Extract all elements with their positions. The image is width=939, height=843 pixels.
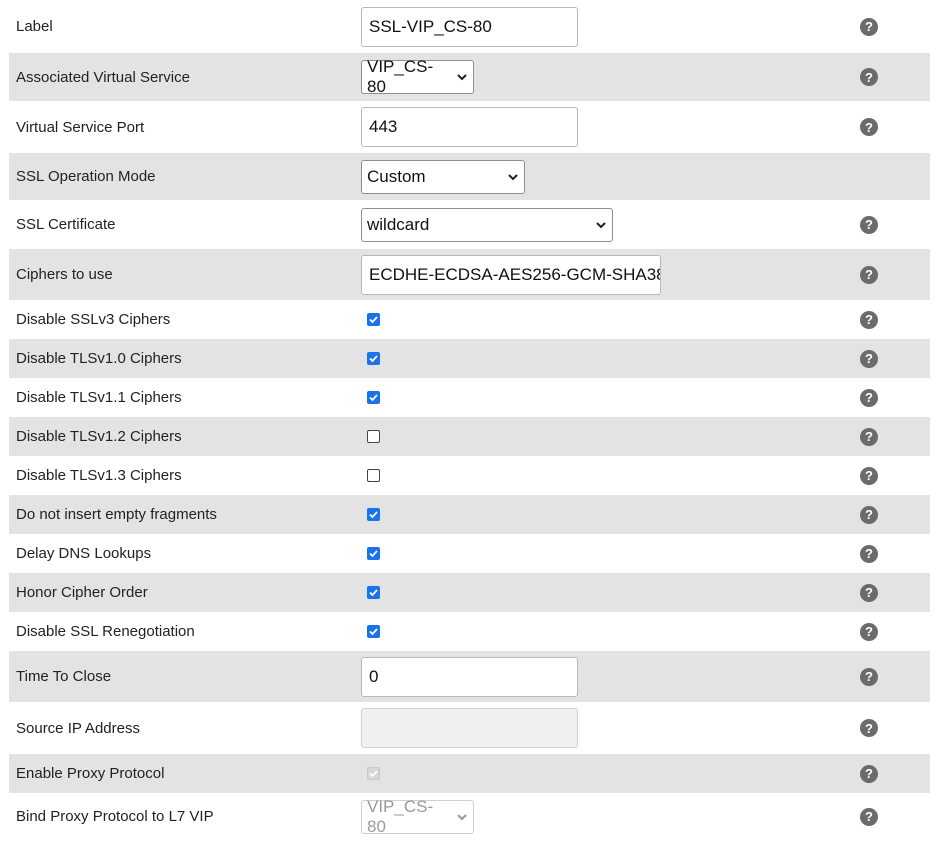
associated-virtual-service-value: VIP_CS-80 <box>367 57 434 96</box>
ciphers-to-use-input[interactable]: ECDHE-ECDSA-AES256-GCM-SHA384 <box>361 254 661 295</box>
row-label: Label SSL-VIP_CS-80 ? <box>9 0 930 53</box>
disable-tlsv11-ciphers-checkbox[interactable] <box>367 391 380 404</box>
row-honor-cipher-order: Honor Cipher Order ? <box>9 573 930 612</box>
help-icon[interactable]: ? <box>860 622 878 641</box>
help-icon[interactable]: ? <box>860 719 878 737</box>
row-disable-tlsv10-ciphers: Disable TLSv1.0 Ciphers ? <box>9 339 930 378</box>
help-icon[interactable]: ? <box>860 583 878 602</box>
disable-tlsv12-ciphers-checkbox[interactable] <box>367 430 380 443</box>
help-icon[interactable]: ? <box>860 427 878 446</box>
disable-tlsv11-ciphers-label: Disable TLSv1.1 Ciphers <box>16 389 182 406</box>
check-icon <box>369 511 378 519</box>
row-ciphers-to-use: Ciphers to use ECDHE-ECDSA-AES256-GCM-SH… <box>9 249 930 300</box>
chevron-down-icon <box>508 173 518 180</box>
ssl-termination-form: Label SSL-VIP_CS-80 ? Associated Virtual… <box>9 0 930 840</box>
honor-cipher-order-checkbox[interactable] <box>367 586 380 599</box>
help-icon[interactable]: ? <box>860 505 878 524</box>
row-time-to-close: Time To Close 0 ? <box>9 651 930 702</box>
row-enable-proxy-protocol: Enable Proxy Protocol ? <box>9 754 930 793</box>
disable-tlsv12-ciphers-label: Disable TLSv1.2 Ciphers <box>16 428 182 445</box>
row-bind-proxy-protocol-to-l7-vip: Bind Proxy Protocol to L7 VIP VIP_CS-80 … <box>9 793 930 840</box>
help-icon[interactable]: ? <box>860 265 878 284</box>
ssl-certificate-value: wildcard <box>367 214 430 234</box>
do-not-insert-empty-fragments-checkbox[interactable] <box>367 508 380 521</box>
source-ip-address-label: Source IP Address <box>16 719 140 737</box>
help-icon[interactable]: ? <box>860 807 878 826</box>
ssl-operation-mode-select[interactable]: Custom <box>361 159 525 194</box>
time-to-close-label: Time To Close <box>16 668 112 685</box>
delay-dns-lookups-checkbox[interactable] <box>367 547 380 560</box>
honor-cipher-order-label: Honor Cipher Order <box>16 584 148 601</box>
do-not-insert-empty-fragments-label: Do not insert empty fragments <box>16 506 217 523</box>
bind-proxy-protocol-label: Bind Proxy Protocol to L7 VIP <box>16 808 214 825</box>
delay-dns-lookups-label: Delay DNS Lookups <box>16 545 152 562</box>
check-icon <box>369 628 378 636</box>
check-icon <box>369 589 378 597</box>
help-icon[interactable]: ? <box>860 544 878 563</box>
bind-proxy-protocol-select: VIP_CS-80 <box>361 796 474 836</box>
associated-virtual-service-select[interactable]: VIP_CS-80 <box>361 57 474 96</box>
source-ip-address-input <box>361 708 578 748</box>
row-ssl-operation-mode: SSL Operation Mode Custom <box>9 153 930 200</box>
row-do-not-insert-empty-fragments: Do not insert empty fragments ? <box>9 495 930 534</box>
help-icon[interactable]: ? <box>860 68 878 86</box>
chevron-down-icon <box>457 813 467 820</box>
ssl-operation-mode-value: Custom <box>367 166 426 186</box>
row-delay-dns-lookups: Delay DNS Lookups ? <box>9 534 930 573</box>
ssl-certificate-label: SSL Certificate <box>16 216 116 233</box>
disable-tlsv10-ciphers-checkbox[interactable] <box>367 352 380 365</box>
ciphers-to-use-label: Ciphers to use <box>16 266 113 283</box>
enable-proxy-protocol-label: Enable Proxy Protocol <box>16 765 165 782</box>
row-disable-sslv3-ciphers: Disable SSLv3 Ciphers ? <box>9 300 930 339</box>
row-associated-virtual-service: Associated Virtual Service VIP_CS-80 ? <box>9 53 930 101</box>
check-icon <box>369 770 378 778</box>
ssl-certificate-select[interactable]: wildcard <box>361 207 613 242</box>
chevron-down-icon <box>596 221 606 228</box>
help-icon[interactable]: ? <box>860 17 878 36</box>
check-icon <box>369 394 378 402</box>
row-virtual-service-port: Virtual Service Port 443 ? <box>9 101 930 153</box>
row-disable-tlsv11-ciphers: Disable TLSv1.1 Ciphers ? <box>9 378 930 417</box>
help-icon[interactable]: ? <box>860 215 878 234</box>
time-to-close-input[interactable]: 0 <box>361 656 578 697</box>
check-icon <box>369 355 378 363</box>
disable-sslv3-ciphers-checkbox[interactable] <box>367 313 380 326</box>
help-icon[interactable]: ? <box>860 310 878 329</box>
label-label: Label <box>16 18 53 35</box>
help-icon[interactable]: ? <box>860 466 878 485</box>
disable-sslv3-ciphers-label: Disable SSLv3 Ciphers <box>16 311 171 328</box>
help-icon[interactable]: ? <box>860 764 878 783</box>
help-icon[interactable]: ? <box>860 118 878 136</box>
help-icon[interactable]: ? <box>860 667 878 686</box>
disable-tlsv13-ciphers-label: Disable TLSv1.3 Ciphers <box>16 467 182 484</box>
virtual-service-port-input[interactable]: 443 <box>361 107 578 147</box>
row-disable-ssl-renegotiation: Disable SSL Renegotiation ? <box>9 612 930 651</box>
disable-tlsv13-ciphers-checkbox[interactable] <box>367 469 380 482</box>
help-icon[interactable]: ? <box>860 388 878 407</box>
disable-ssl-renegotiation-label: Disable SSL Renegotiation <box>16 623 195 640</box>
disable-tlsv10-ciphers-label: Disable TLSv1.0 Ciphers <box>16 350 182 367</box>
chevron-down-icon <box>457 74 467 81</box>
bind-proxy-protocol-value: VIP_CS-80 <box>367 796 434 836</box>
ssl-operation-mode-label: SSL Operation Mode <box>16 168 156 185</box>
row-ssl-certificate: SSL Certificate wildcard ? <box>9 200 930 249</box>
help-icon[interactable]: ? <box>860 349 878 368</box>
row-disable-tlsv13-ciphers: Disable TLSv1.3 Ciphers ? <box>9 456 930 495</box>
row-source-ip-address: Source IP Address ? <box>9 702 930 754</box>
enable-proxy-protocol-checkbox <box>367 767 380 780</box>
label-input[interactable]: SSL-VIP_CS-80 <box>361 6 578 47</box>
check-icon <box>369 316 378 324</box>
associated-virtual-service-label: Associated Virtual Service <box>16 68 190 86</box>
row-disable-tlsv12-ciphers: Disable TLSv1.2 Ciphers ? <box>9 417 930 456</box>
disable-ssl-renegotiation-checkbox[interactable] <box>367 625 380 638</box>
virtual-service-port-label: Virtual Service Port <box>16 118 145 136</box>
check-icon <box>369 550 378 558</box>
